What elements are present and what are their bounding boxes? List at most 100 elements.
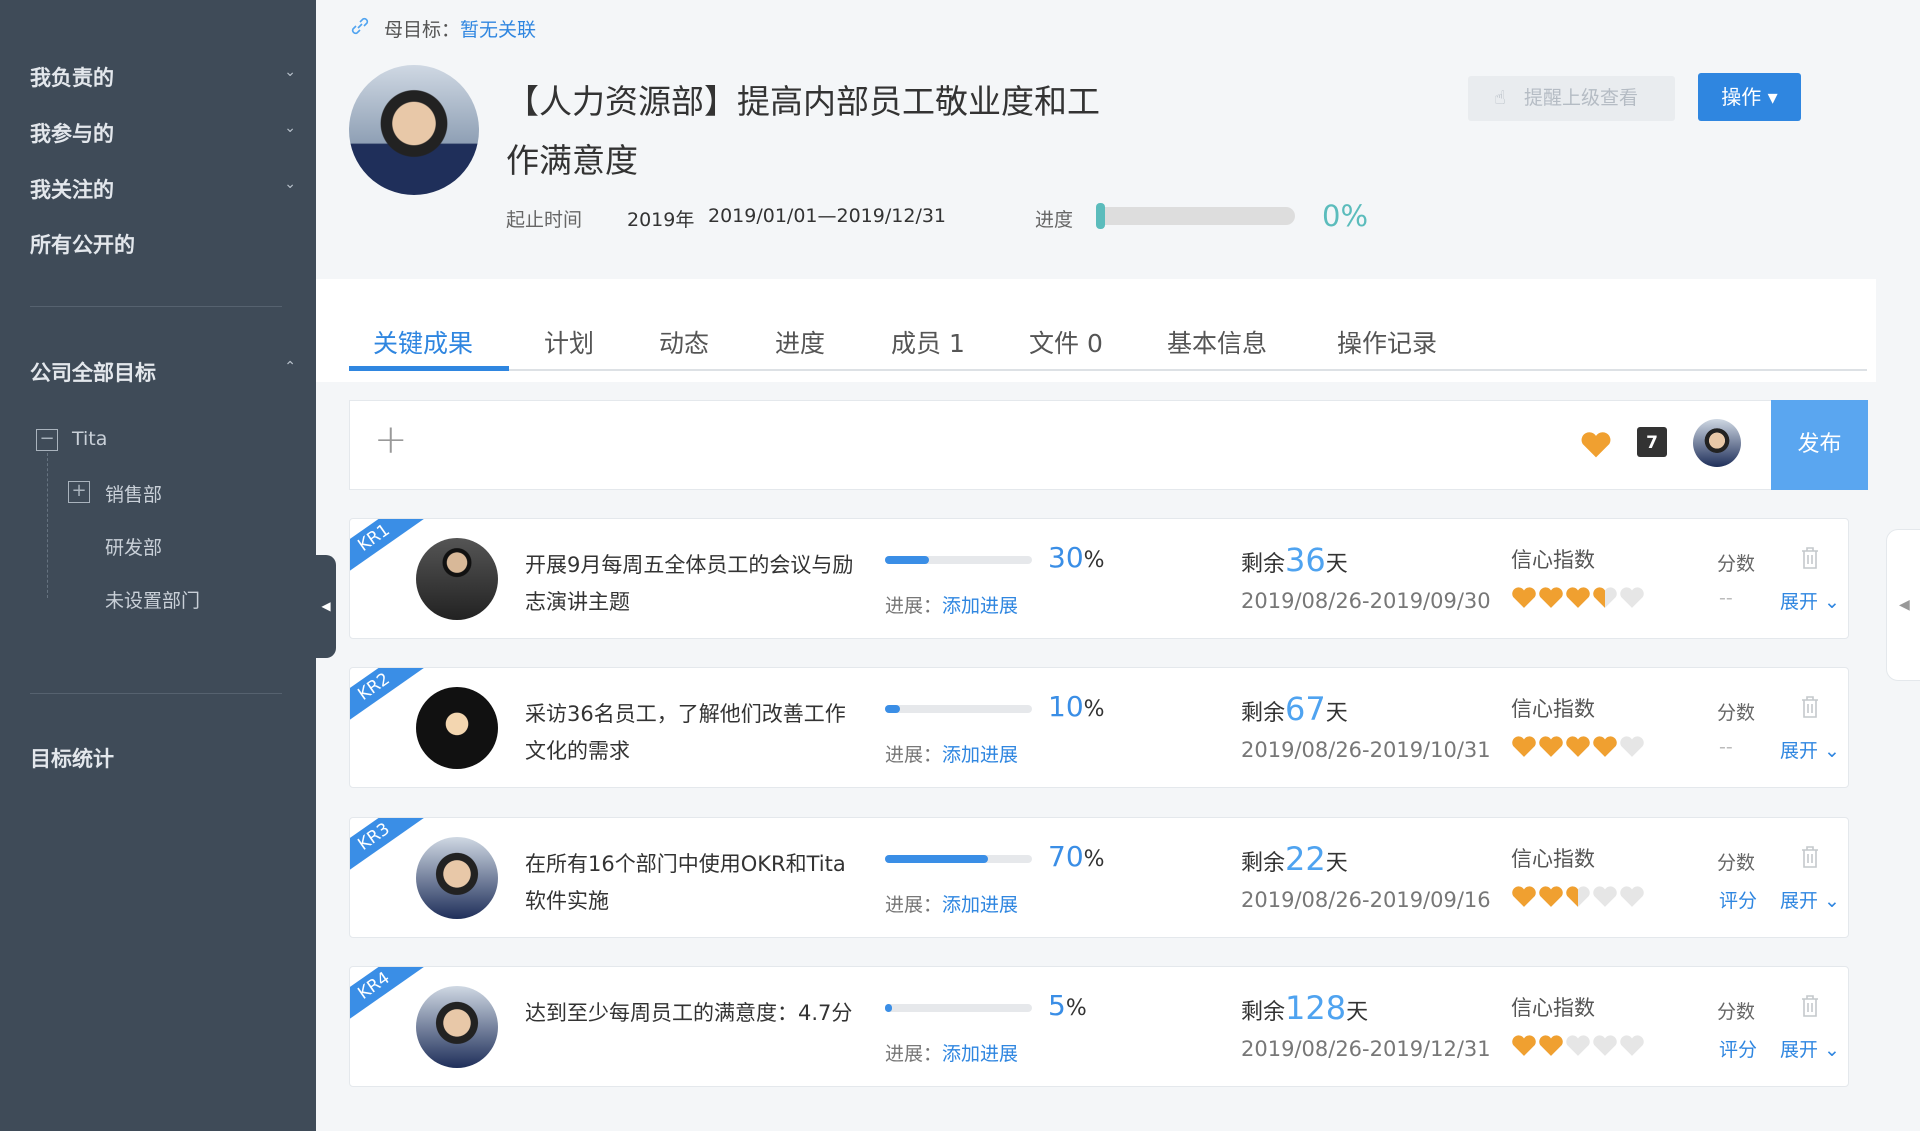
tab-activity[interactable]: 动态 <box>659 324 709 360</box>
sidebar-item-company[interactable]: 公司全部目标 ⌃ <box>30 357 296 387</box>
confidence-heart-icon[interactable] <box>1511 733 1537 759</box>
kr-progress-note: 进展：添加进展 <box>885 595 1019 617</box>
score-label: 分数 <box>1717 702 1756 724</box>
sidebar-item-stats[interactable]: 目标统计 <box>30 743 296 773</box>
trash-icon[interactable] <box>1799 694 1821 720</box>
expand-button[interactable]: 展开 ⌄ <box>1780 736 1840 763</box>
confidence-heart-icon[interactable] <box>1538 1032 1564 1058</box>
kr-owner-avatar[interactable] <box>416 687 498 769</box>
year: 2019年 <box>627 209 695 231</box>
kr-date-range: 2019/08/26-2019/09/16 <box>1241 888 1491 912</box>
kr-owner-avatar[interactable] <box>416 837 498 919</box>
parent-goal-link[interactable]: 暂无关联 <box>460 19 536 41</box>
score-value: -- <box>1719 736 1733 758</box>
right-panel-toggle[interactable]: ◀ <box>1886 529 1920 681</box>
kr-title[interactable]: 开展9月每周五全体员工的会议与励志演讲主题 <box>525 547 865 621</box>
confidence-heart-icon[interactable] <box>1538 584 1564 610</box>
add-progress-link[interactable]: 添加进展 <box>942 744 1018 766</box>
tab-key-results[interactable]: 关键成果 <box>373 324 473 360</box>
active-tab-indicator <box>349 366 509 371</box>
tab-progress[interactable]: 进度 <box>775 324 825 360</box>
add-progress-link[interactable]: 添加进展 <box>942 595 1018 617</box>
tab-operation-log[interactable]: 操作记录 <box>1337 324 1437 360</box>
sidebar-item-participated[interactable]: 我参与的 ⌄ <box>30 118 296 148</box>
kr-remaining-days: 剩余67天 <box>1241 690 1348 728</box>
trash-icon[interactable] <box>1799 545 1821 571</box>
confidence-rating[interactable] <box>1511 733 1646 759</box>
sidebar-item-public[interactable]: 所有公开的 <box>30 229 296 259</box>
tree-item-rd[interactable]: 研发部 <box>105 533 162 560</box>
goal-title: 【人力资源部】提高内部员工敬业度和工 <box>506 82 1100 121</box>
confidence-rating[interactable] <box>1511 883 1646 909</box>
tree-item-sales[interactable]: 销售部 <box>105 480 162 507</box>
tree-item-tita[interactable]: Tita <box>72 428 107 450</box>
confidence-heart-icon[interactable] <box>1511 883 1537 909</box>
link-icon <box>351 17 369 35</box>
kr-progress-bar <box>885 855 1032 863</box>
confidence-heart-icon[interactable] <box>1619 883 1645 909</box>
kr-owner-avatar[interactable] <box>416 986 498 1068</box>
expand-button[interactable]: 展开 ⌄ <box>1780 1035 1840 1062</box>
kr-card: KR2 采访36名员工，了解他们改善工作文化的需求 10% 进展：添加进展 剩余… <box>349 667 1849 788</box>
confidence-label: 信心指数 <box>1511 847 1595 871</box>
assignee-avatar[interactable] <box>1693 419 1741 467</box>
expand-button[interactable]: 展开 ⌄ <box>1780 886 1840 913</box>
confidence-heart-icon[interactable] <box>1619 584 1645 610</box>
tab-basic-info[interactable]: 基本信息 <box>1167 324 1267 360</box>
collapse-tree-icon[interactable]: − <box>36 429 58 451</box>
confidence-heart-icon[interactable] <box>1619 1032 1645 1058</box>
expand-button[interactable]: 展开 ⌄ <box>1780 587 1840 614</box>
confidence-rating[interactable] <box>1511 584 1646 610</box>
rate-button[interactable]: 评分 <box>1719 886 1757 913</box>
confidence-heart-icon[interactable] <box>1538 883 1564 909</box>
calendar-icon[interactable]: 7 <box>1637 427 1667 457</box>
label: 所有公开的 <box>30 233 135 257</box>
action-button[interactable]: 操作 ▾ <box>1698 73 1801 121</box>
kr-progress-percent: 5% <box>1048 989 1087 1022</box>
confidence-heart-icon[interactable] <box>1592 883 1618 909</box>
kr-date-range: 2019/08/26-2019/10/31 <box>1241 738 1491 762</box>
expand-tree-icon[interactable]: + <box>68 481 90 503</box>
time-label: 起止时间 <box>506 209 583 231</box>
confidence-heart-icon[interactable] <box>1565 883 1591 909</box>
remind-superior-button[interactable]: ☝ 提醒上级查看 <box>1468 76 1675 121</box>
chevron-down-icon: ⌄ <box>284 64 296 80</box>
confidence-heart-icon[interactable] <box>1592 733 1618 759</box>
sidebar: 我负责的 ⌄ 我参与的 ⌄ 我关注的 ⌄ 所有公开的 公司全部目标 ⌃ − Tita +… <box>0 0 316 1131</box>
heart-icon[interactable] <box>1580 429 1612 459</box>
add-kr-composer[interactable]: + 7 发布 <box>349 400 1868 490</box>
confidence-heart-icon[interactable] <box>1511 1032 1537 1058</box>
confidence-heart-icon[interactable] <box>1565 733 1591 759</box>
trash-icon[interactable] <box>1799 844 1821 870</box>
tab-members[interactable]: 成员 1 <box>891 324 965 360</box>
tree-item-unassigned[interactable]: 未设置部门 <box>105 586 200 613</box>
confidence-heart-icon[interactable] <box>1592 1032 1618 1058</box>
tab-files[interactable]: 文件 0 <box>1029 324 1103 360</box>
confidence-heart-icon[interactable] <box>1592 584 1618 610</box>
tab-plan[interactable]: 计划 <box>544 324 594 360</box>
kr-card: KR4 达到至少每周员工的满意度：4.7分 5% 进展：添加进展 剩余128天 … <box>349 966 1849 1087</box>
confidence-heart-icon[interactable] <box>1619 733 1645 759</box>
sidebar-item-followed[interactable]: 我关注的 ⌄ <box>30 174 296 204</box>
owner-avatar[interactable] <box>349 65 479 195</box>
label: 我负责的 <box>30 66 114 90</box>
add-progress-link[interactable]: 添加进展 <box>942 1043 1018 1065</box>
kr-title[interactable]: 在所有16个部门中使用OKR和Tita软件实施 <box>525 846 865 920</box>
chevron-down-icon: ⌄ <box>284 120 296 136</box>
publish-button[interactable]: 发布 <box>1771 400 1868 490</box>
trash-icon[interactable] <box>1799 993 1821 1019</box>
kr-title[interactable]: 达到至少每周员工的满意度：4.7分 <box>525 995 865 1032</box>
confidence-rating[interactable] <box>1511 1032 1646 1058</box>
add-icon[interactable]: + <box>374 417 408 463</box>
kr-owner-avatar[interactable] <box>416 538 498 620</box>
confidence-heart-icon[interactable] <box>1538 733 1564 759</box>
confidence-heart-icon[interactable] <box>1565 1032 1591 1058</box>
kr-title[interactable]: 采访36名员工，了解他们改善工作文化的需求 <box>525 696 865 770</box>
collapse-sidebar-button[interactable]: ◀ <box>316 555 336 658</box>
sidebar-item-responsible[interactable]: 我负责的 ⌄ <box>30 62 296 92</box>
add-progress-link[interactable]: 添加进展 <box>942 894 1018 916</box>
rate-button[interactable]: 评分 <box>1719 1035 1757 1062</box>
confidence-heart-icon[interactable] <box>1565 584 1591 610</box>
confidence-heart-icon[interactable] <box>1511 584 1537 610</box>
kr-date-range: 2019/08/26-2019/12/31 <box>1241 1037 1491 1061</box>
